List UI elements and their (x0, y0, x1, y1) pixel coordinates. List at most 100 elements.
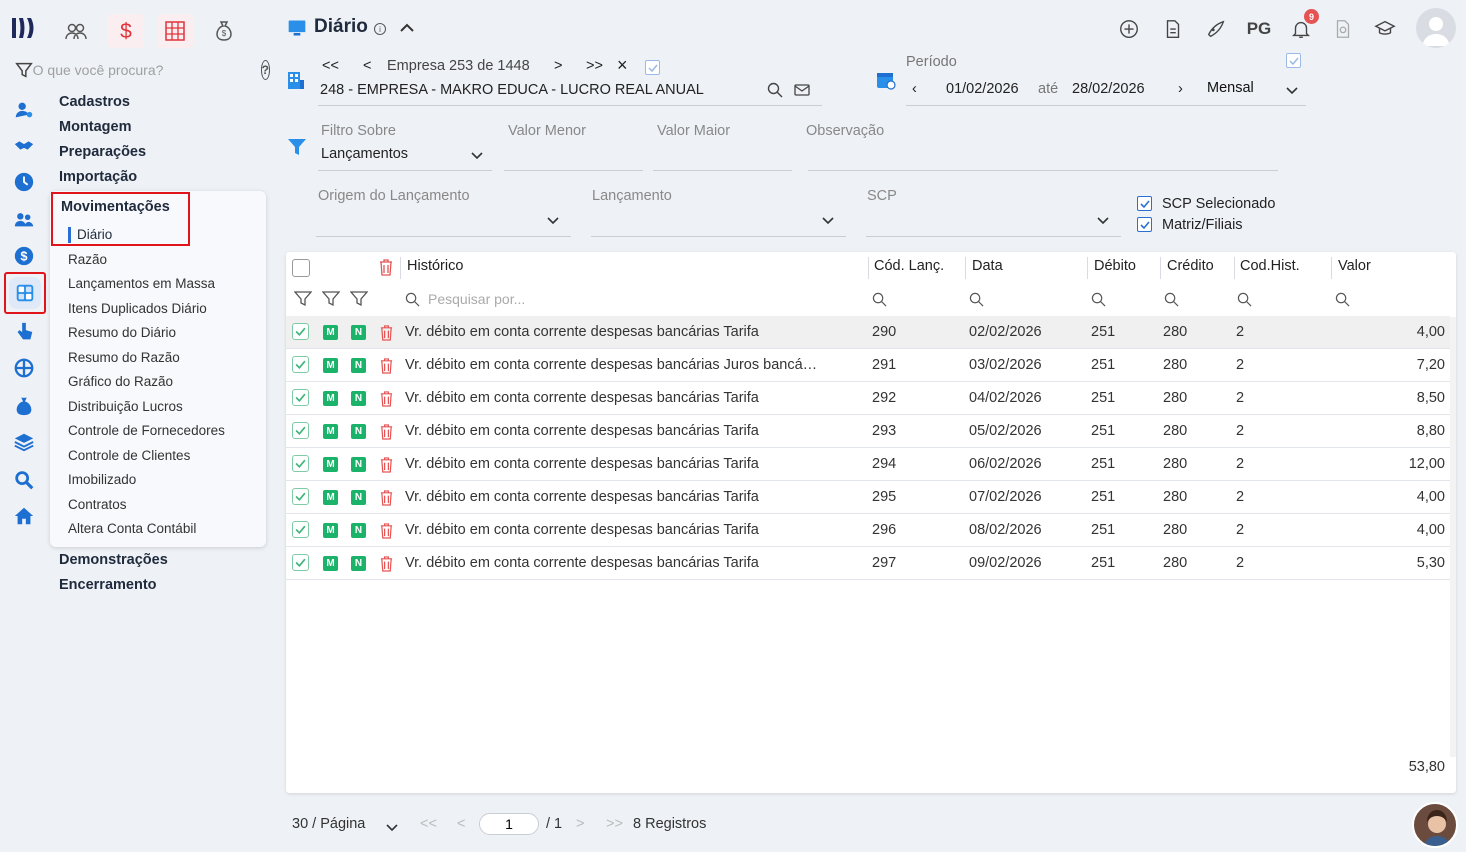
periodo-mode-chevron-icon[interactable] (1285, 83, 1299, 99)
menu-item-razao[interactable]: Razão (68, 252, 107, 267)
historico-search-input[interactable]: Pesquisar por... (428, 291, 525, 307)
menu-item-resumo-razao[interactable]: Resumo do Razão (68, 350, 180, 365)
per-page-chevron-icon[interactable] (385, 820, 399, 836)
row-delete-icon[interactable] (379, 555, 394, 575)
origem-select[interactable] (316, 236, 571, 237)
menu-item-itens-duplicados[interactable]: Itens Duplicados Diário (68, 301, 207, 316)
matriz-filiais-checkbox[interactable] (1137, 217, 1152, 232)
search-icon[interactable] (1335, 292, 1350, 310)
empresa-prev-button[interactable]: < (363, 58, 371, 74)
menu-preparacoes[interactable]: Preparações (59, 144, 146, 160)
page-last-button[interactable]: >> (606, 816, 623, 832)
spreadsheet-icon[interactable] (157, 14, 193, 48)
row-m-badge[interactable]: M (323, 523, 338, 538)
support-chat-avatar[interactable] (1412, 802, 1458, 848)
money-sack-icon[interactable]: $ (206, 14, 242, 48)
menu-cadastros[interactable]: Cadastros (59, 94, 130, 110)
menu-item-lancamentos-massa[interactable]: Lançamentos em Massa (68, 276, 215, 291)
menu-item-distribuicao-lucros[interactable]: Distribuição Lucros (68, 399, 183, 414)
per-page-select[interactable]: 30 / Página (292, 816, 365, 832)
menu-item-diario[interactable]: Diário (77, 227, 112, 242)
row-checkbox[interactable] (292, 554, 309, 571)
menu-item-resumo-diario[interactable]: Resumo do Diário (68, 325, 176, 340)
menu-item-contratos[interactable]: Contratos (68, 497, 127, 512)
row-checkbox[interactable] (292, 323, 309, 340)
row-delete-icon[interactable] (379, 324, 394, 344)
collapse-chevron-icon[interactable] (398, 20, 416, 37)
search-icon[interactable] (1164, 292, 1179, 310)
empresa-first-button[interactable]: << (322, 58, 339, 74)
col-historico[interactable]: Histórico (407, 258, 463, 274)
periodo-checkbox[interactable] (1286, 53, 1301, 68)
global-search-input[interactable] (32, 62, 213, 78)
page-prev-button[interactable]: < (457, 816, 465, 832)
valor-maior-input[interactable] (653, 170, 792, 171)
row-m-badge[interactable]: M (323, 358, 338, 373)
valor-menor-input[interactable] (504, 170, 643, 171)
row-m-badge[interactable]: M (323, 325, 338, 340)
row-n-badge[interactable]: N (351, 556, 366, 571)
row-n-badge[interactable]: N (351, 358, 366, 373)
layers-icon[interactable] (10, 428, 38, 456)
menu-importacao[interactable]: Importação (59, 169, 137, 185)
page-next-button[interactable]: > (576, 816, 584, 832)
pg-button[interactable]: PG (1244, 14, 1274, 44)
search-icon[interactable] (1237, 292, 1252, 310)
users-group-icon[interactable] (58, 14, 94, 48)
menu-item-controle-fornecedores[interactable]: Controle de Fornecedores (68, 423, 225, 438)
menu-item-imobilizado[interactable]: Imobilizado (68, 472, 136, 487)
search-icon[interactable] (872, 292, 887, 310)
empresa-next-button[interactable]: > (554, 58, 562, 74)
row-checkbox[interactable] (292, 422, 309, 439)
row-delete-icon[interactable] (379, 456, 394, 476)
user-avatar[interactable] (1416, 8, 1456, 48)
home-icon[interactable] (10, 502, 38, 530)
empresa-checkbox[interactable] (645, 60, 660, 75)
observacao-input[interactable] (808, 170, 1278, 171)
clock-icon[interactable] (10, 168, 38, 196)
col-cod-hist[interactable]: Cod.Hist. (1240, 258, 1300, 274)
magnifier-icon[interactable] (10, 466, 38, 494)
document-icon[interactable] (1158, 14, 1188, 44)
menu-item-controle-clientes[interactable]: Controle de Clientes (68, 448, 190, 463)
report-search-icon[interactable] (1328, 14, 1358, 44)
row-n-badge[interactable]: N (351, 523, 366, 538)
row-delete-icon[interactable] (379, 423, 394, 443)
row-m-badge[interactable]: M (323, 457, 338, 472)
row-n-badge[interactable]: N (351, 325, 366, 340)
row-checkbox[interactable] (292, 521, 309, 538)
periodo-mode-select[interactable]: Mensal (1207, 80, 1254, 96)
scp-selecionado-checkbox[interactable] (1137, 196, 1152, 211)
empresa-last-button[interactable]: >> (586, 58, 603, 74)
col-debito[interactable]: Débito (1094, 258, 1136, 274)
info-icon[interactable]: i (374, 23, 386, 35)
help-icon[interactable]: ? (260, 60, 270, 80)
menu-montagem[interactable]: Montagem (59, 119, 132, 135)
filtro-sobre-select[interactable]: Lançamentos (321, 146, 408, 162)
paint-icon[interactable] (1201, 14, 1231, 44)
row-n-badge[interactable]: N (351, 424, 366, 439)
empresa-mail-icon[interactable] (794, 83, 810, 100)
menu-demonstracoes[interactable]: Demonstrações (59, 552, 168, 568)
empresa-clear-button[interactable]: × (617, 55, 628, 76)
lancamento-select[interactable] (591, 236, 846, 237)
periodo-end[interactable]: 28/02/2026 (1072, 81, 1145, 97)
delete-all-icon[interactable] (378, 258, 394, 279)
row-n-badge[interactable]: N (351, 490, 366, 505)
filtro-sobre-chevron-icon[interactable] (470, 148, 484, 164)
row-m-badge[interactable]: M (323, 556, 338, 571)
row-delete-icon[interactable] (379, 357, 394, 377)
menu-item-altera-conta[interactable]: Altera Conta Contábil (68, 521, 196, 536)
col-cod-lanc[interactable]: Cód. Lanç. (874, 258, 944, 274)
page-first-button[interactable]: << (420, 816, 437, 832)
scp-chevron-icon[interactable] (1096, 213, 1110, 229)
search-icon[interactable] (1091, 292, 1106, 310)
users-icon[interactable] (10, 206, 38, 234)
empresa-name[interactable]: 248 - EMPRESA - MAKRO EDUCA - LUCRO REAL… (320, 82, 704, 98)
menu-encerramento[interactable]: Encerramento (59, 577, 157, 593)
col-credito[interactable]: Crédito (1167, 258, 1214, 274)
row-delete-icon[interactable] (379, 522, 394, 542)
select-all-checkbox[interactable] (292, 259, 310, 277)
filter-funnel-icon[interactable] (349, 291, 369, 310)
col-data[interactable]: Data (972, 258, 1003, 274)
